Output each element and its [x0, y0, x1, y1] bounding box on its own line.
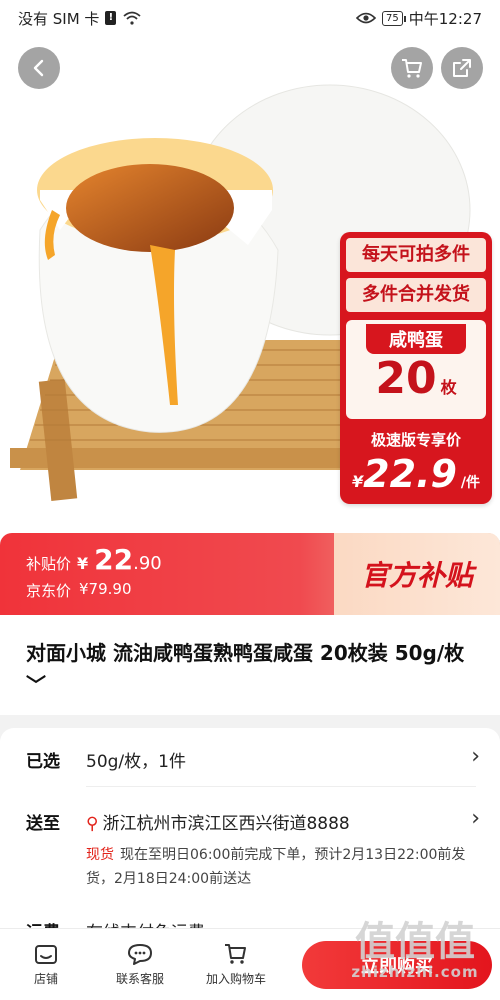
- store-button[interactable]: 店铺: [0, 942, 92, 987]
- cart-icon: [402, 59, 422, 78]
- product-title-section: 对面小城 流油咸鸭蛋熟鸭蛋咸蛋 20枚装 50g/枚 ﹀: [0, 615, 500, 715]
- status-bar: 没有 SIM 卡 ! 75 中午12:27: [0, 0, 500, 36]
- selected-value: 50g/枚，1件: [86, 752, 186, 772]
- wifi-icon: [123, 11, 142, 25]
- ship-key: 送至: [26, 814, 60, 834]
- chevron-right-icon: ›: [471, 806, 480, 831]
- chevron-left-icon: [33, 59, 44, 77]
- ship-address: 浙江杭州市滨江区西兴街道8888: [102, 814, 350, 834]
- sim-alert-icon: !: [105, 11, 117, 25]
- stock-label: 现货: [86, 847, 114, 863]
- jd-label: 京东价: [26, 582, 72, 600]
- share-button[interactable]: [441, 47, 483, 89]
- selected-spec-row[interactable]: 已选 50g/枚，1件 ›: [26, 744, 480, 772]
- cart-icon: [225, 944, 246, 964]
- subsidy-banner: 补贴价 ¥ 22 .90 京东价 ¥79.90 官方补贴: [0, 533, 500, 615]
- product-image-area[interactable]: 每天可拍多件 多件合并发货 咸鸭蛋 20 枚 极速版专享价 ¥22.9/件: [0, 0, 500, 540]
- share-icon: [453, 59, 471, 77]
- shipping-estimate-text: 现在至明日06:00前完成下单，预计2月13日22:00前发货，2月18日24:…: [86, 847, 466, 887]
- customer-service-button[interactable]: 联系客服: [92, 942, 188, 987]
- product-title[interactable]: 对面小城 流油咸鸭蛋熟鸭蛋咸蛋 20枚装 50g/枚 ﹀: [26, 637, 474, 701]
- store-icon: [35, 945, 57, 964]
- promo-price: ¥22.9/件: [352, 452, 481, 496]
- purchase-detail-card: 已选 50g/枚，1件 › 送至 ⚲ 浙江杭州市滨江区西兴街道8888 › 现货现…: [0, 728, 500, 938]
- carrier-text: 没有 SIM 卡: [18, 9, 100, 28]
- ship-to-row[interactable]: 送至 ⚲ 浙江杭州市滨江区西兴街道8888 ›: [26, 806, 480, 834]
- product-count-block: 咸鸭蛋 20 枚: [346, 320, 486, 419]
- back-button[interactable]: [18, 47, 60, 89]
- location-pin-icon: ⚲: [86, 814, 99, 834]
- battery-indicator: 75: [382, 10, 406, 26]
- subsidy-price: 22: [94, 543, 134, 576]
- product-label: 咸鸭蛋: [366, 324, 466, 354]
- chat-icon: [128, 944, 152, 965]
- cart-shortcut-button[interactable]: [391, 47, 433, 89]
- badge-multi-buy: 每天可拍多件: [346, 238, 486, 272]
- add-to-cart-button[interactable]: 加入购物车: [188, 942, 284, 987]
- chevron-right-icon: ›: [471, 744, 480, 769]
- buy-now-button[interactable]: 立即购买: [302, 941, 492, 989]
- subsidy-price-row: 补贴价 ¥ 22 .90: [26, 543, 162, 576]
- shipping-estimate: 现货 现在至明日06:00前完成下单，预计2月13日22:00前发货，2月18日2…: [86, 843, 476, 891]
- promo-price-card: 每天可拍多件 多件合并发货 咸鸭蛋 20 枚 极速版专享价 ¥22.9/件: [340, 232, 492, 504]
- clock: 中午12:27: [408, 9, 482, 28]
- subsidy-label: 补贴价: [26, 555, 72, 573]
- official-subsidy-tag: 官方补贴: [334, 533, 500, 615]
- bottom-action-bar: 店铺 联系客服 加入购物车 立即购买: [0, 928, 500, 1000]
- product-count: 20 枚: [375, 353, 457, 404]
- selected-key: 已选: [26, 752, 60, 772]
- divider: [86, 786, 476, 787]
- eye-icon: [356, 12, 377, 24]
- jd-price-row: 京东价 ¥79.90: [26, 580, 162, 601]
- promo-tag: 极速版专享价: [370, 431, 461, 449]
- jd-price: ¥79.90: [79, 580, 132, 598]
- badge-merge-shipping: 多件合并发货: [346, 278, 486, 312]
- chevron-down-icon[interactable]: ﹀: [26, 673, 46, 697]
